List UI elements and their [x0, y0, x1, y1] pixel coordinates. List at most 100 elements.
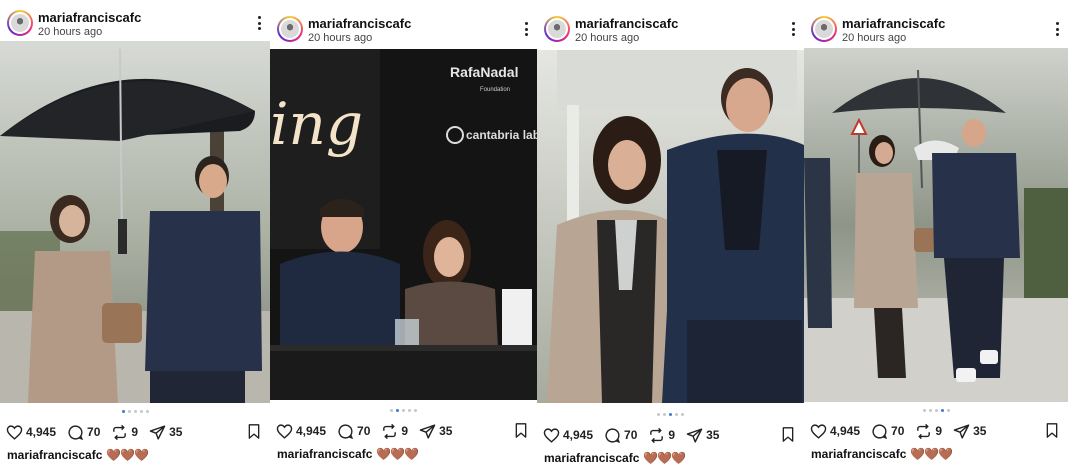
avatar[interactable]: [544, 16, 570, 42]
like-count: 4,945: [26, 425, 57, 439]
like-button[interactable]: 4,945: [810, 423, 860, 440]
repost-icon: [650, 427, 664, 443]
caption-username[interactable]: mariafranciscafc: [544, 451, 639, 465]
carousel-dot: [669, 413, 672, 416]
avatar[interactable]: [7, 10, 33, 36]
share-button[interactable]: 35: [953, 423, 986, 440]
photo-umbrella-path: [804, 48, 1068, 402]
post-header: mariafranciscafc 20 hours ago: [537, 6, 804, 50]
sponsor-logo: RafaNadal: [450, 64, 518, 80]
timestamp: 20 hours ago: [575, 32, 640, 44]
timestamp: 20 hours ago: [842, 32, 907, 44]
carousel-dot: [414, 409, 417, 412]
carousel-dot: [675, 413, 678, 416]
like-button[interactable]: 4,945: [6, 424, 56, 441]
carousel-dot: [657, 413, 660, 416]
repost-button[interactable]: 9: [648, 427, 675, 444]
carousel-indicator: [270, 409, 537, 412]
post-photo[interactable]: [537, 50, 804, 403]
carousel-dot: [681, 413, 684, 416]
post-header: mariafranciscafc 20 hours ago: [0, 0, 270, 44]
post-actions: 4,945 70 9 35: [6, 421, 262, 443]
bookmark-icon[interactable]: [780, 426, 796, 443]
like-count: 4,945: [563, 428, 594, 442]
avatar[interactable]: [811, 16, 837, 42]
post-photo[interactable]: [0, 41, 270, 403]
carousel-dot: [121, 410, 125, 413]
comment-icon: [338, 423, 354, 439]
bookmark-icon[interactable]: [513, 422, 529, 439]
post-photo[interactable]: [804, 48, 1068, 402]
repost-button[interactable]: 9: [381, 423, 408, 440]
comment-count: 70: [357, 424, 371, 438]
bookmark-icon[interactable]: [246, 423, 262, 440]
carousel-dot: [934, 409, 938, 412]
heart-icon: [543, 427, 560, 443]
carousel-dot: [127, 410, 131, 413]
caption-username[interactable]: mariafranciscafc: [811, 447, 906, 461]
caption: mariafranciscafc 🤎🤎🤎: [277, 447, 419, 461]
post-photo[interactable]: ing RafaNadal Foundation cantabria labs: [270, 49, 537, 400]
caption-text: 🤎🤎🤎: [106, 448, 149, 462]
share-button[interactable]: 35: [149, 424, 182, 441]
username[interactable]: mariafranciscafc: [38, 10, 141, 25]
more-icon[interactable]: [523, 22, 529, 36]
heart-icon: [810, 423, 827, 439]
sponsor-subtitle: Foundation: [480, 87, 510, 93]
post-card-4: mariafranciscafc 20 hours ago 4,945 70 9…: [804, 0, 1068, 471]
bookmark-icon[interactable]: [1044, 422, 1060, 439]
repost-button[interactable]: 9: [915, 423, 942, 440]
carousel-dot: [402, 409, 405, 412]
share-count: 35: [169, 425, 183, 439]
caption-text: 🤎🤎🤎: [643, 451, 686, 465]
repost-count: 9: [935, 424, 943, 438]
more-icon[interactable]: [256, 16, 262, 30]
comment-count: 70: [891, 424, 905, 438]
more-icon[interactable]: [790, 22, 796, 36]
more-icon[interactable]: [1054, 22, 1060, 36]
carousel-dot: [928, 409, 932, 412]
comment-count: 70: [624, 428, 638, 442]
caption: mariafranciscafc 🤎🤎🤎: [7, 448, 149, 462]
carousel-dot: [139, 410, 143, 413]
post-card-1: mariafranciscafc 20 hours ago 4,945 70 9…: [0, 0, 270, 471]
photo-couple-walking: [537, 50, 804, 403]
repost-button[interactable]: 9: [111, 424, 138, 441]
username[interactable]: mariafranciscafc: [308, 16, 411, 31]
repost-count: 9: [401, 424, 409, 438]
comment-button[interactable]: 70: [337, 423, 370, 440]
photo-press-conference: ing RafaNadal Foundation cantabria labs: [270, 49, 537, 400]
caption: mariafranciscafc 🤎🤎🤎: [544, 451, 686, 465]
carousel-dot: [940, 409, 944, 412]
username[interactable]: mariafranciscafc: [842, 16, 945, 31]
share-button[interactable]: 35: [419, 423, 452, 440]
comment-button[interactable]: 70: [871, 423, 904, 440]
like-button[interactable]: 4,945: [543, 427, 593, 444]
carousel-dot: [390, 409, 393, 412]
timestamp: 20 hours ago: [308, 32, 373, 44]
repost-count: 9: [131, 425, 139, 439]
like-count: 4,945: [296, 424, 327, 438]
avatar[interactable]: [277, 16, 303, 42]
comment-button[interactable]: 70: [604, 427, 637, 444]
post-card-3: mariafranciscafc 20 hours ago 4,945 70 9…: [537, 0, 804, 471]
repost-icon: [383, 423, 397, 439]
send-icon: [686, 427, 703, 443]
post-card-2: mariafranciscafc 20 hours ago ing RafaNa…: [270, 0, 537, 471]
sign-text: ing: [270, 90, 363, 158]
caption-username[interactable]: mariafranciscafc: [277, 447, 372, 461]
caption-username[interactable]: mariafranciscafc: [7, 448, 102, 462]
username[interactable]: mariafranciscafc: [575, 16, 678, 31]
share-button[interactable]: 35: [686, 427, 719, 444]
send-icon: [953, 423, 970, 439]
repost-count: 9: [668, 428, 676, 442]
post-header: mariafranciscafc 20 hours ago: [270, 6, 537, 50]
comment-icon: [872, 423, 888, 439]
like-count: 4,945: [830, 424, 861, 438]
like-button[interactable]: 4,945: [276, 423, 326, 440]
photo-umbrella-walk: [0, 41, 270, 403]
share-count: 35: [439, 424, 453, 438]
carousel-dot: [946, 409, 950, 412]
repost-icon: [113, 424, 127, 440]
comment-button[interactable]: 70: [67, 424, 100, 441]
